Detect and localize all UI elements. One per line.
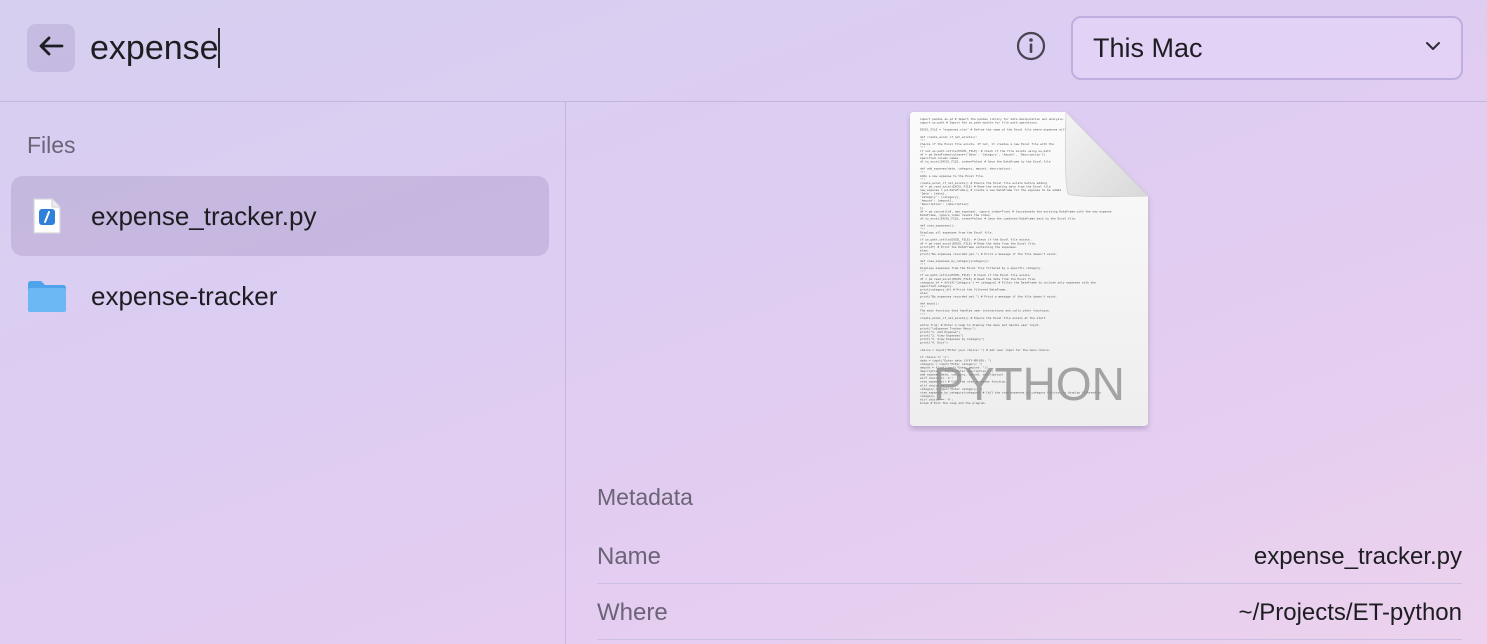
back-button[interactable] (27, 24, 75, 72)
result-item-expense-tracker-folder[interactable]: expense-tracker (11, 256, 549, 336)
folder-icon (27, 276, 67, 316)
arrow-left-icon (38, 35, 64, 62)
info-button[interactable] (1015, 31, 1047, 66)
text-caret (218, 28, 220, 68)
section-title-files: Files (27, 132, 76, 158)
result-item-expense-tracker-py[interactable]: expense_tracker.py (11, 176, 549, 256)
preview-code-line: print("No expenses recorded yet.") # Pri… (920, 252, 1058, 256)
metadata-value: expense_tracker.py (1253, 542, 1462, 570)
metadata-title: Metadata (597, 484, 693, 510)
preview-code-line: Checks if the Excel file exists. If not,… (920, 142, 1054, 146)
preview-code-line: def create_excel_if_not_exists(): (920, 135, 978, 139)
preview-code-line: print(df) # Print the DataFrame containi… (920, 245, 1018, 249)
metadata-key: Name (597, 542, 662, 570)
preview-code-line: print(category_df) # Print the filtered … (920, 287, 1007, 291)
preview-code-line: df.to_excel(EXCEL_FILE, index=False) # S… (920, 216, 1077, 220)
metadata-value: ~/Projects/ET-python (1238, 598, 1462, 626)
file-preview-thumbnail: import pandas as pd # Import the pandas … (906, 110, 1154, 432)
preview-code-line: 'Description': [description] (920, 202, 969, 206)
preview-code-line: def view_expenses(): (920, 224, 955, 228)
preview-code-line: def add_expense(date, category, amount, … (920, 167, 1012, 171)
result-item-label: expense_tracker.py (91, 200, 317, 231)
search-input[interactable] (90, 22, 690, 74)
metadata-key: Where (597, 598, 668, 626)
preview-code-line: Displays all expenses from the Excel fil… (920, 231, 993, 235)
preview-python-badge: PYTHON (933, 358, 1125, 410)
search-scope-select[interactable]: This Mac (1071, 16, 1463, 80)
results-list: Files expense_tracker.py expense-tracker (0, 102, 566, 644)
result-item-label: expense-tracker (91, 280, 278, 311)
preview-code-line: def view_expenses_by_category(category): (920, 259, 990, 263)
preview-code-line: Displays expenses from the Excel file fi… (920, 266, 1042, 270)
preview-code-line: create_excel_if_not_exists() # Ensure th… (920, 316, 1047, 320)
python-file-icon (27, 196, 67, 236)
preview-code-line: The main function that handles user inte… (920, 309, 1051, 313)
chevron-down-icon (1425, 39, 1441, 57)
preview-code-line: import os.path # Import the os.path modu… (920, 121, 1039, 125)
preview-code-line: df.to_excel(EXCEL_FILE, index=False) # S… (920, 160, 1051, 164)
metadata-row-name: Name expense_tracker.py (597, 530, 1462, 584)
preview-code-line: print("No expenses recorded yet.") # Pri… (920, 295, 1058, 299)
metadata-row-where: Where ~/Projects/ET-python (597, 586, 1462, 640)
preview-code-line: choice = input("Enter your choice: ") # … (920, 348, 1051, 352)
preview-code-line: EXCEL_FILE = "expenses.xlsx" # Define th… (920, 128, 1086, 132)
search-scope-value: This Mac (1093, 32, 1203, 63)
preview-code-line: print("4. Exit") (920, 341, 948, 345)
preview-pane: import pandas as pd # Import the pandas … (566, 102, 1487, 644)
info-circle-icon (1016, 31, 1046, 66)
search-bar: This Mac (0, 0, 1487, 102)
preview-code-line: Adds a new expense to the Excel file. (920, 174, 985, 178)
